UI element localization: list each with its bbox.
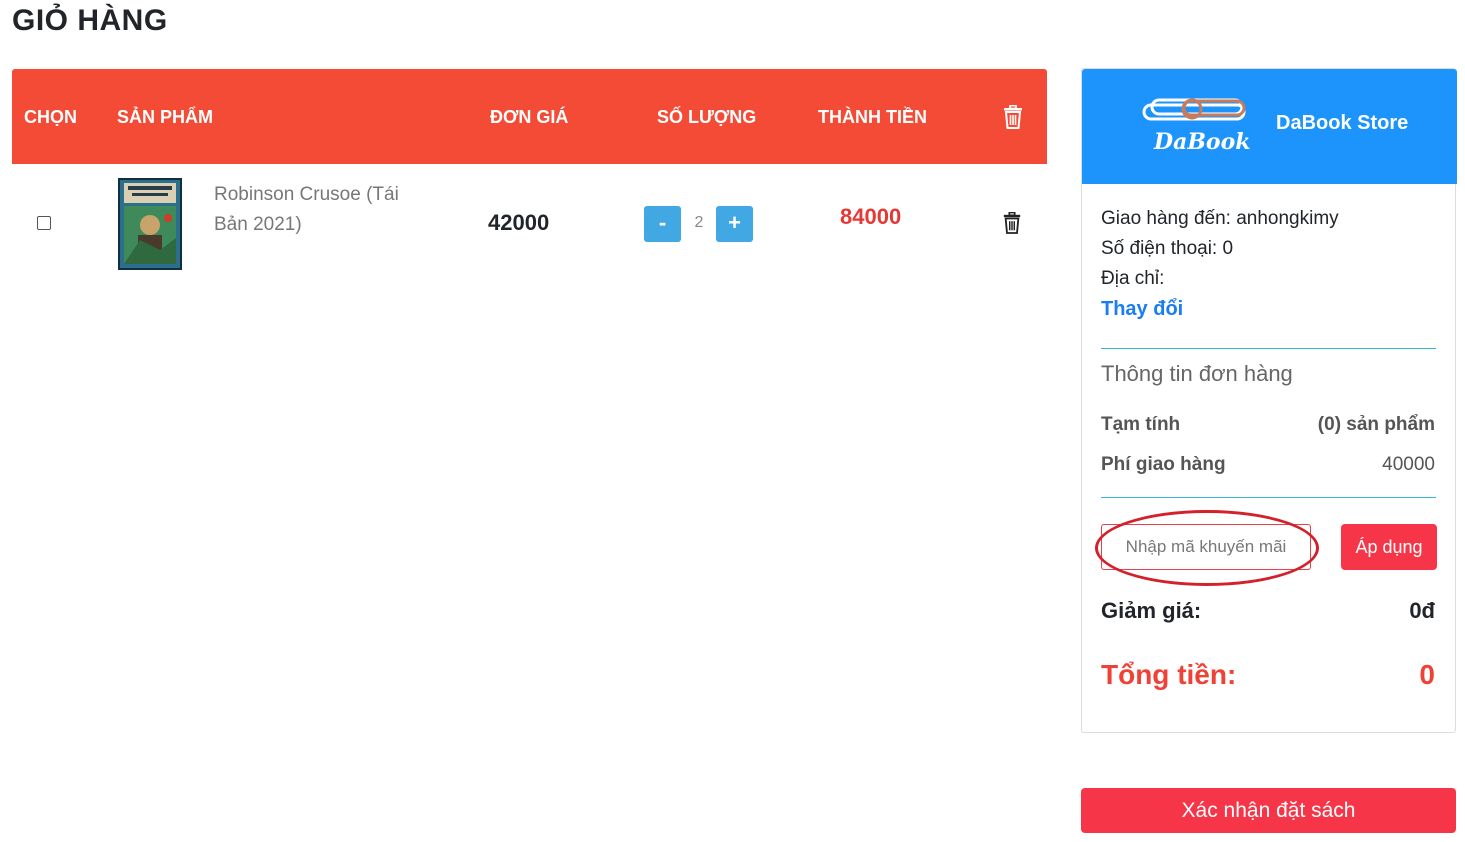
grand-total-label: Tổng tiền:: [1101, 659, 1237, 690]
cart-table-header: CHỌN SẢN PHẨM ĐƠN GIÁ SỐ LƯỢNG THÀNH TIỀ…: [12, 69, 1047, 164]
store-name: DaBook Store: [1276, 112, 1409, 134]
trash-icon[interactable]: [1002, 211, 1022, 239]
header-quantity: SỐ LƯỢNG: [657, 107, 757, 127]
page-title: GIỎ HÀNG: [12, 4, 168, 37]
line-total: 84000: [840, 204, 902, 229]
grand-total-value: 0: [1419, 659, 1435, 690]
header-price: ĐƠN GIÁ: [490, 107, 569, 127]
phone-number: Số điện thoại: 0: [1101, 238, 1234, 259]
change-address-link[interactable]: Thay đổi: [1101, 298, 1183, 321]
quantity-value[interactable]: 2: [682, 214, 716, 232]
ship-to: Giao hàng đến: anhongkimy: [1101, 208, 1339, 229]
increase-quantity-button[interactable]: +: [716, 206, 753, 242]
subtotal-label: Tạm tính: [1101, 414, 1181, 435]
address: Địa chỉ:: [1101, 268, 1165, 289]
divider: [1101, 348, 1436, 349]
unit-price: 42000: [488, 210, 550, 235]
apply-promo-button[interactable]: Áp dụng: [1341, 524, 1437, 570]
discount-label: Giảm giá:: [1101, 598, 1202, 623]
product-name[interactable]: Robinson Crusoe (Tái Bản 2021): [214, 180, 424, 240]
confirm-order-button[interactable]: Xác nhận đặt sách: [1081, 788, 1456, 833]
shipping-fee-label: Phí giao hàng: [1101, 454, 1226, 475]
select-checkbox[interactable]: [37, 216, 51, 230]
book-cover-image[interactable]: [118, 178, 182, 270]
header-product: SẢN PHẨM: [117, 107, 214, 127]
decrease-quantity-button[interactable]: -: [644, 206, 681, 242]
dabook-logo: DaBook: [1140, 95, 1251, 157]
store-header: DaBook DaBook Store: [1082, 69, 1457, 184]
discount-value: 0đ: [1409, 598, 1435, 623]
subtotal-value: (0) sản phẩm: [1317, 414, 1435, 435]
header-total: THÀNH TIỀN: [818, 107, 927, 127]
order-summary-panel: DaBook DaBook Store Giao hàng đến: anhon…: [1081, 68, 1457, 733]
table-row: Robinson Crusoe (Tái Bản 2021) 42000 - 2…: [12, 164, 1047, 284]
shipping-fee-value: 40000: [1382, 454, 1435, 475]
promo-code-input[interactable]: [1101, 524, 1311, 570]
delete-all-trash-icon[interactable]: [1002, 104, 1024, 134]
logo-text: DaBook: [1153, 129, 1250, 155]
divider: [1101, 497, 1436, 498]
order-info-title: Thông tin đơn hàng: [1101, 361, 1293, 386]
header-select: CHỌN: [24, 107, 77, 127]
